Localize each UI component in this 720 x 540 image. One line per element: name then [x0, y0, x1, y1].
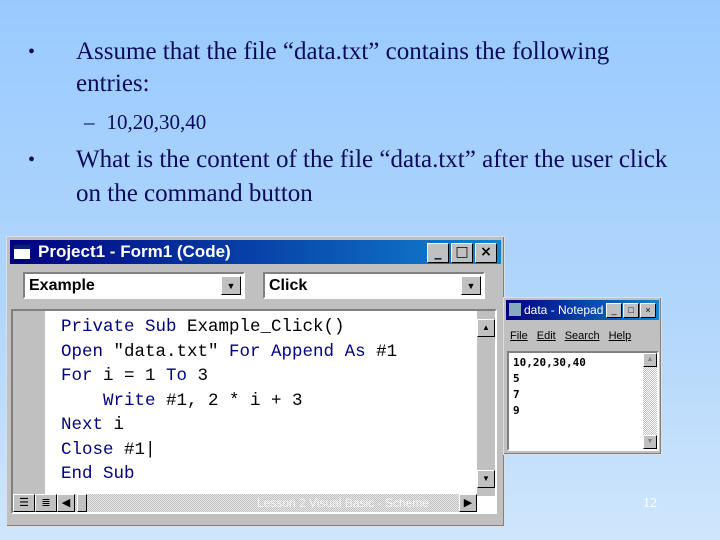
minimize-button[interactable]: _	[427, 243, 449, 263]
code-keyword: For Append As	[229, 341, 377, 362]
code-line[interactable]: End Sub	[61, 462, 397, 487]
page-number: 12	[643, 496, 657, 511]
code-token: #1	[376, 341, 398, 362]
code-keyword: Private Sub	[61, 317, 188, 337]
procedure-combo-value: Click	[269, 277, 308, 294]
close-button[interactable]: ×	[475, 243, 497, 263]
scroll-down-arrow-icon[interactable]: ▼	[643, 435, 657, 449]
notepad-line: 5	[513, 372, 520, 385]
scroll-left-arrow-icon[interactable]: ◀	[57, 494, 75, 512]
code-keyword: Open	[61, 341, 114, 362]
margin-indicator-bar	[13, 311, 45, 496]
full-module-view-icon[interactable]: ≣	[35, 494, 57, 512]
procedure-combo[interactable]: Click ▼	[263, 272, 485, 299]
procedure-view-icon[interactable]: ☰	[13, 494, 35, 512]
notepad-title-bar[interactable]: data - Notepad _ □ ×	[506, 300, 659, 320]
code-text[interactable]: Private Sub Example_Click() Open "data.tx…	[61, 315, 397, 487]
code-window-icon	[14, 245, 30, 259]
scroll-up-arrow-icon[interactable]: ▲	[643, 353, 657, 367]
notepad-text-area[interactable]: 10,20,30,40 5 7 9 ▲ ▼	[507, 351, 659, 451]
notepad-icon	[509, 303, 521, 316]
vertical-scrollbar[interactable]: ▲ ▼	[477, 311, 495, 496]
notepad-window: data - Notepad _ □ × File Edit Search He…	[503, 297, 662, 455]
notepad-menu-bar: File Edit Search Help	[510, 330, 631, 342]
close-button[interactable]: ×	[640, 303, 656, 318]
scroll-thumb[interactable]	[77, 494, 87, 512]
scroll-up-arrow-icon[interactable]: ▲	[477, 319, 495, 337]
menu-edit[interactable]: Edit	[537, 330, 556, 342]
bullet-1-text: Assume that the file “data.txt” contains…	[76, 38, 610, 97]
code-token: #1, 2 * i + 3	[166, 390, 303, 411]
code-token: i = 1	[103, 366, 167, 386]
code-keyword: Write	[61, 390, 167, 411]
vb-code-window: Project1 - Form1 (Code) _ □ × Example ▼ …	[6, 236, 505, 527]
code-token: 3	[197, 366, 209, 386]
chevron-down-icon[interactable]: ▼	[221, 276, 241, 295]
code-line[interactable]: Open "data.txt" For Append As #1	[61, 340, 397, 365]
bullet-dot: •	[28, 149, 36, 171]
bullet-dot: •	[28, 41, 36, 63]
bullet-1: • Assume that the file “data.txt” contain…	[28, 36, 676, 100]
notepad-line: 10,20,30,40	[513, 356, 586, 369]
sub-bullet-text: 10,20,30,40	[106, 110, 207, 134]
code-line[interactable]: Next i	[61, 413, 397, 438]
notepad-title: data - Notepad	[524, 303, 604, 317]
horizontal-scrollbar[interactable]: ☰ ≣ ◀ Lesson 2 Visual Basic - Scheme ▶	[13, 494, 477, 512]
menu-help[interactable]: Help	[609, 330, 632, 342]
code-keyword: Next	[61, 415, 114, 435]
dash: –	[84, 110, 95, 134]
object-combo-value: Example	[29, 277, 95, 294]
code-token: Example_Click()	[187, 317, 345, 337]
code-line[interactable]: Close #1|	[61, 438, 397, 463]
minimize-button[interactable]: _	[606, 303, 622, 318]
code-keyword: For	[61, 366, 104, 386]
code-token: #1|	[124, 439, 156, 460]
notepad-line: 9	[513, 404, 520, 417]
bullet-2: • What is the content of the file “data.t…	[28, 143, 676, 211]
code-editor[interactable]: Private Sub Example_Click() Open "data.tx…	[11, 309, 497, 514]
object-combo[interactable]: Example ▼	[23, 272, 245, 299]
code-line[interactable]: For i = 1 To 3	[61, 364, 397, 389]
code-keyword: To	[166, 366, 198, 386]
slide-footer: Lesson 2 Visual Basic - Scheme	[257, 496, 429, 510]
notepad-line: 7	[513, 388, 520, 401]
vb-window-title: Project1 - Form1 (Code)	[38, 242, 231, 261]
code-keyword: Close	[61, 439, 125, 460]
scroll-right-arrow-icon[interactable]: ▶	[459, 494, 477, 512]
code-line[interactable]: Private Sub Example_Click()	[61, 315, 397, 340]
notepad-content: 10,20,30,40 5 7 9	[513, 355, 586, 419]
notepad-vertical-scrollbar[interactable]: ▲ ▼	[643, 353, 657, 449]
sub-bullet: –10,20,30,40	[84, 110, 206, 135]
code-line[interactable]: Write #1, 2 * i + 3	[61, 389, 397, 414]
code-token: "data.txt"	[113, 341, 230, 362]
menu-file[interactable]: File	[510, 330, 528, 342]
code-token: i	[113, 415, 125, 435]
code-keyword: End Sub	[61, 464, 135, 484]
maximize-button[interactable]: □	[623, 303, 639, 318]
bullet-2-text: What is the content of the file “data.tx…	[76, 146, 668, 207]
maximize-button[interactable]: □	[451, 243, 473, 263]
menu-search[interactable]: Search	[565, 330, 600, 342]
scroll-down-arrow-icon[interactable]: ▼	[477, 470, 495, 488]
vb-title-bar[interactable]: Project1 - Form1 (Code) _ □ ×	[10, 240, 501, 264]
chevron-down-icon[interactable]: ▼	[461, 276, 481, 295]
